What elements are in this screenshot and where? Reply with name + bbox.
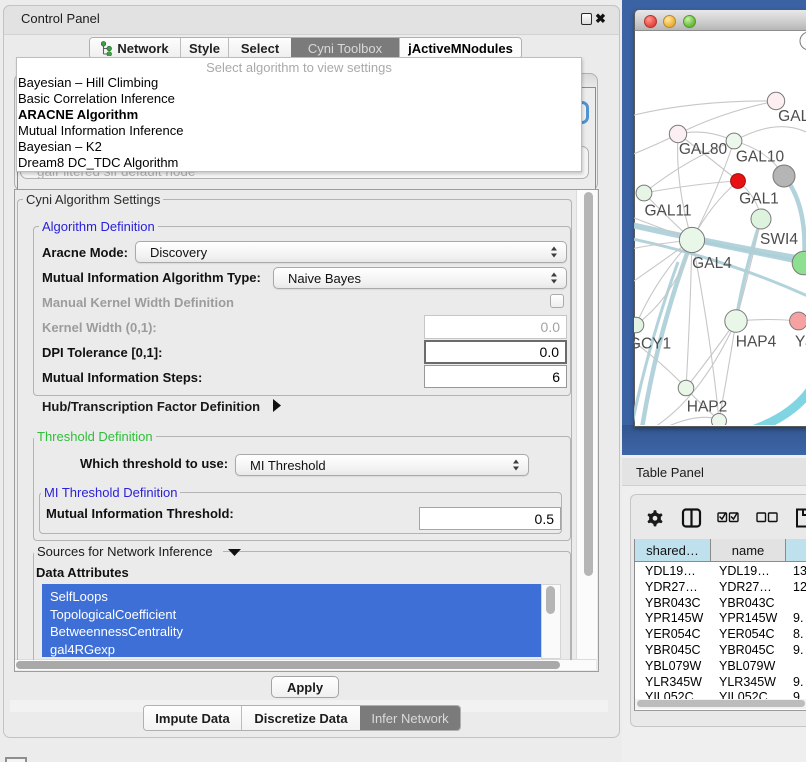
svg-text:GAL7: GAL7 <box>778 108 806 125</box>
svg-text:GAL11: GAL11 <box>644 203 691 220</box>
svg-text:GAL4: GAL4 <box>692 255 732 272</box>
svg-text:YJ: YJ <box>795 334 806 351</box>
svg-text:SWI4: SWI4 <box>760 231 798 248</box>
svg-text:HAP2: HAP2 <box>687 399 728 416</box>
svg-text:GAL1: GAL1 <box>739 191 779 208</box>
svg-text:GAL10: GAL10 <box>736 149 785 166</box>
svg-text:GCY1: GCY1 <box>634 336 671 353</box>
svg-text:GAL80: GAL80 <box>679 141 728 158</box>
svg-text:HAP4: HAP4 <box>736 334 777 351</box>
